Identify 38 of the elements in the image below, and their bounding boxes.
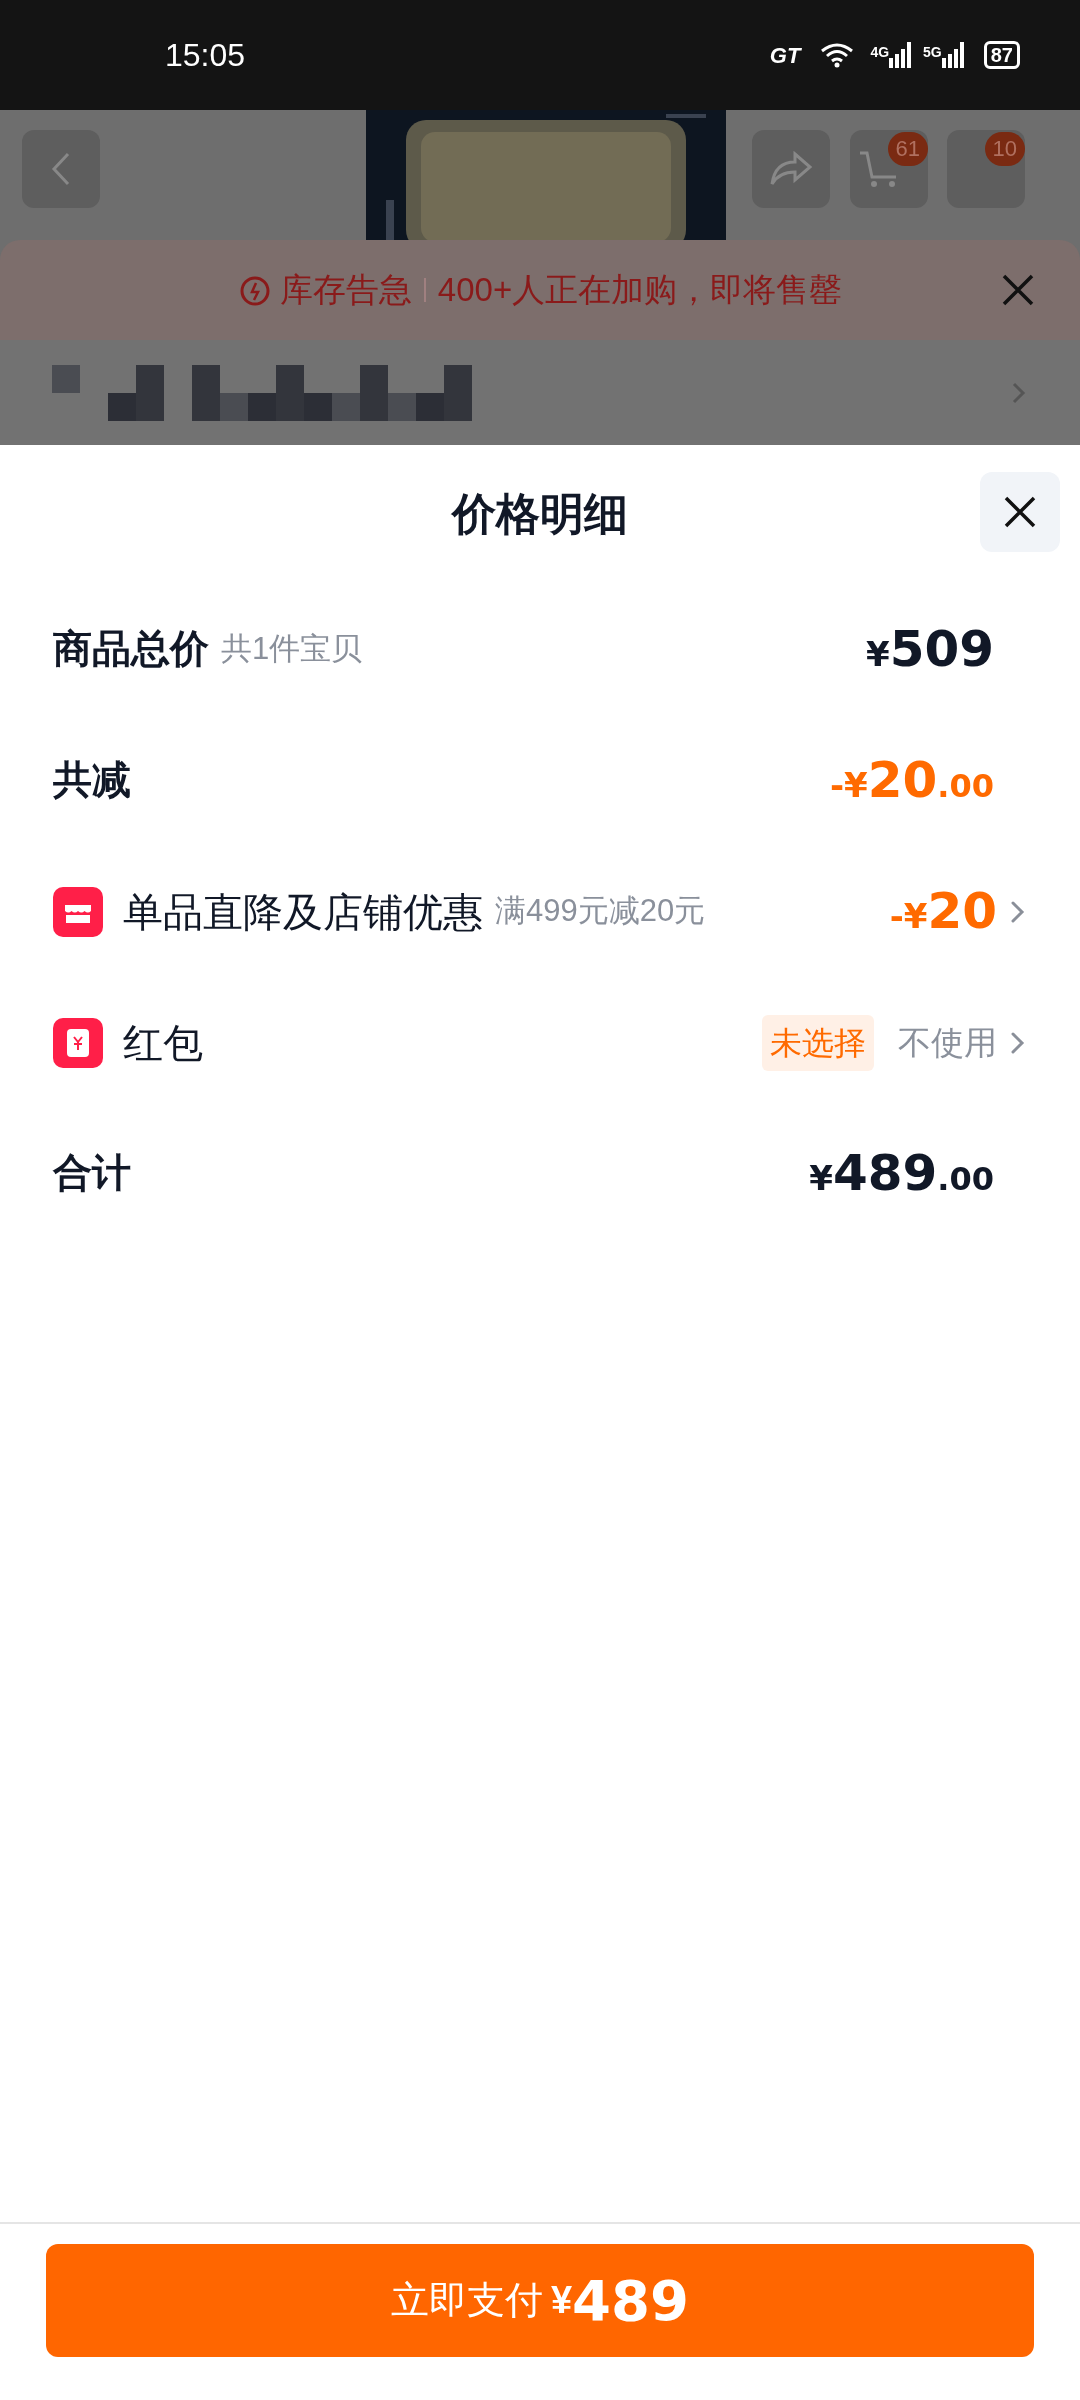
share-icon (769, 151, 813, 187)
shop-icon (53, 886, 103, 937)
row-label: 单品直降及店铺优惠 (123, 888, 483, 936)
back-icon (50, 151, 72, 187)
signal-icon (941, 42, 964, 68)
row-label: 共减 (53, 757, 131, 804)
row-note: 共1件宝贝 (221, 630, 363, 669)
sheet-title: 价格明细 (452, 488, 628, 540)
row-label: 商品总价 (53, 626, 209, 673)
amount: -¥20.00 (829, 750, 994, 811)
close-icon (1003, 495, 1037, 529)
banner-label: 库存告急 (279, 270, 412, 311)
cart-button[interactable]: 61 (850, 130, 928, 208)
status-tag: 未选择 (762, 1014, 874, 1071)
amount: -¥20 (889, 881, 997, 942)
network-type: 4G (870, 43, 890, 62)
row-value: 不使用 (898, 1022, 997, 1063)
price-row[interactable]: 单品直降及店铺优惠 满499元减20元 -¥20 (0, 846, 1080, 977)
gt-logo: GT (769, 41, 801, 70)
battery-indicator: 87 (983, 41, 1020, 69)
clock: 15:05 (165, 36, 246, 75)
row-label: 红包 (123, 1019, 203, 1067)
row-label: 合计 (53, 1150, 131, 1197)
price-row[interactable]: 红包 未选择 不使用 (0, 977, 1080, 1108)
wifi-icon (820, 42, 855, 68)
signal-icon (889, 42, 912, 68)
banner-message: 400+人正在加购，即将售罄 (437, 270, 843, 311)
message-count-badge: 10 (984, 132, 1025, 166)
message-button[interactable]: 10 (947, 130, 1025, 208)
network-type: 5G (923, 43, 942, 62)
cart-count-badge: 61 (887, 132, 928, 166)
close-button[interactable] (980, 472, 1060, 552)
row-note: 满499元减20元 (495, 892, 706, 931)
pay-now-button[interactable]: 立即支付 ¥489 (46, 2244, 1034, 2357)
amount: ¥509 (865, 619, 994, 680)
close-icon[interactable] (1001, 273, 1035, 307)
envelope-icon (53, 1017, 103, 1068)
amount: ¥489.00 (809, 1143, 994, 1204)
